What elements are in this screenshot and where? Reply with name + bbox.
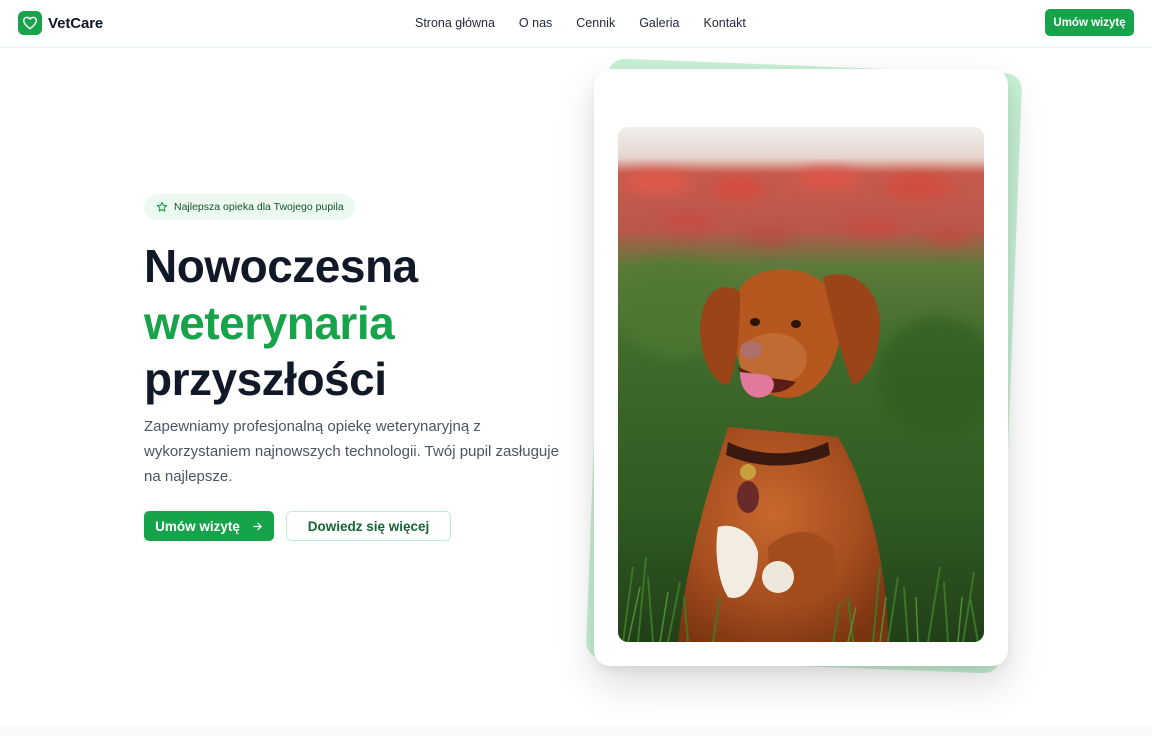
hero-badge-text: Najlepsza opieka dla Twojego pupila bbox=[174, 201, 344, 213]
star-icon bbox=[156, 201, 168, 213]
dog-photo bbox=[618, 127, 984, 642]
logo[interactable]: VetCare bbox=[18, 11, 103, 35]
hero-title-line-1: Nowoczesna bbox=[144, 240, 418, 292]
book-appointment-label: Umów wizytę bbox=[155, 518, 240, 534]
arrow-right-icon bbox=[252, 521, 263, 532]
hero-image-card bbox=[594, 69, 1008, 666]
header-book-appointment-button[interactable]: Umów wizytę bbox=[1045, 9, 1134, 36]
site-header: VetCare Strona główna O nas Cennik Galer… bbox=[0, 0, 1152, 48]
main-nav: Strona główna O nas Cennik Galeria Konta… bbox=[415, 16, 746, 30]
hero-badge: Najlepsza opieka dla Twojego pupila bbox=[144, 194, 355, 220]
book-appointment-button[interactable]: Umów wizytę bbox=[144, 511, 274, 541]
heart-icon bbox=[18, 11, 42, 35]
learn-more-button[interactable]: Dowiedz się więcej bbox=[286, 511, 451, 541]
nav-link-home[interactable]: Strona główna bbox=[415, 16, 495, 30]
nav-link-pricing[interactable]: Cennik bbox=[576, 16, 615, 30]
nav-link-gallery[interactable]: Galeria bbox=[639, 16, 679, 30]
hero-description: Zapewniamy profesjonalną opiekę weteryna… bbox=[144, 418, 559, 485]
hero-title: Nowoczesna weterynaria przyszłości bbox=[144, 238, 418, 408]
nav-link-contact[interactable]: Kontakt bbox=[704, 16, 746, 30]
nav-link-about[interactable]: O nas bbox=[519, 16, 552, 30]
next-section-edge bbox=[0, 726, 1152, 736]
logo-text: VetCare bbox=[48, 14, 104, 32]
hero-title-line-3: przyszłości bbox=[144, 353, 387, 405]
hero-title-line-2-accent: weterynaria bbox=[144, 296, 395, 349]
